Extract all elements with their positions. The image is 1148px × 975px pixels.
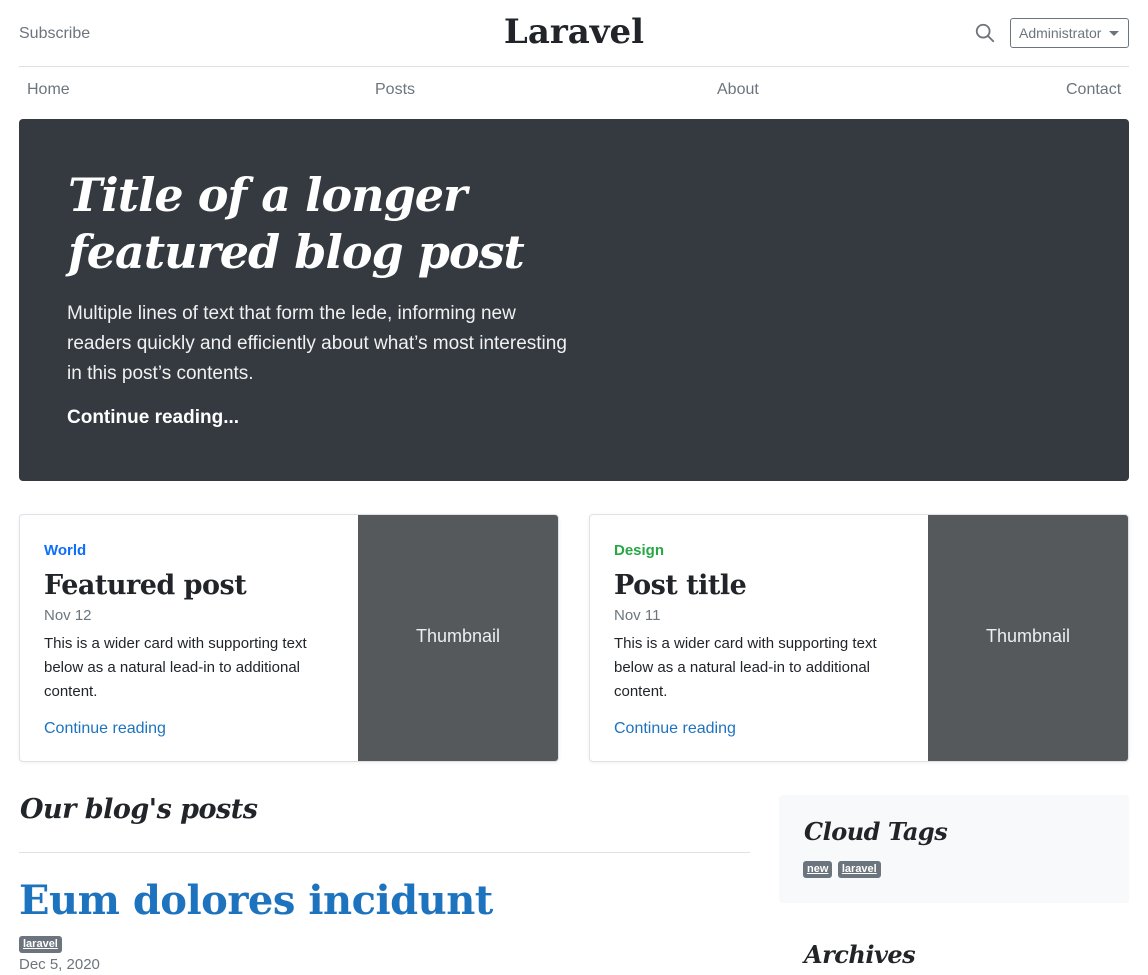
tag-badge-laravel[interactable]: laravel xyxy=(837,861,881,878)
post-tags: laravel xyxy=(19,934,62,953)
subscribe-link[interactable]: Subscribe xyxy=(19,25,90,43)
nav-item-contact[interactable]: Contact xyxy=(1066,81,1121,99)
card-title: Featured post xyxy=(44,570,247,601)
tag-badge-new[interactable]: new xyxy=(803,861,833,878)
post-date: Dec 5, 2020 xyxy=(19,956,100,973)
site-header: Subscribe Laravel Administrator xyxy=(19,0,1129,67)
nav-item-posts[interactable]: Posts xyxy=(375,81,415,99)
user-menu-label: Administrator xyxy=(1019,25,1102,41)
featured-card: World Featured post Nov 12 This is a wid… xyxy=(19,514,559,762)
card-continue-link[interactable]: Continue reading xyxy=(44,720,166,738)
post-title-link[interactable]: Eum dolores incidunt xyxy=(19,877,493,924)
card-body: Design Post title Nov 11 This is a wider… xyxy=(614,515,914,761)
hero-continue-link[interactable]: Continue reading... xyxy=(67,407,239,429)
thumbnail-label: Thumbnail xyxy=(985,626,1071,646)
archives-title: Archives xyxy=(804,940,916,969)
blog-section-heading: Our blog's posts xyxy=(20,794,258,825)
nav-item-about[interactable]: About xyxy=(717,81,759,99)
card-continue-link[interactable]: Continue reading xyxy=(614,720,736,738)
card-text: This is a wider card with supporting tex… xyxy=(44,635,307,700)
caret-down-icon xyxy=(1109,31,1119,36)
card-thumbnail: Thumbnail xyxy=(358,515,558,761)
card-category: Design xyxy=(614,542,665,559)
hero-title: Title of a longer featured blog post xyxy=(68,168,525,279)
card-category: World xyxy=(44,542,87,559)
cloud-tags-panel: Cloud Tags new laravel xyxy=(779,795,1129,903)
nav-item-home[interactable]: Home xyxy=(27,81,70,99)
brand-link[interactable]: Laravel xyxy=(504,12,644,52)
card-text: This is a wider card with supporting tex… xyxy=(614,635,877,700)
cloud-tags-list: new laravel xyxy=(803,859,882,878)
user-menu-dropdown[interactable]: Administrator xyxy=(1010,18,1129,48)
post-tag-badge[interactable]: laravel xyxy=(19,936,62,953)
search-button[interactable] xyxy=(974,22,996,44)
hero-lede: Multiple lines of text that form the led… xyxy=(67,303,567,384)
card-body: World Featured post Nov 12 This is a wid… xyxy=(44,515,344,761)
thumbnail-label: Thumbnail xyxy=(415,626,501,646)
cloud-tags-title: Cloud Tags xyxy=(804,817,948,846)
card-thumbnail: Thumbnail xyxy=(928,515,1128,761)
post-card: Design Post title Nov 11 This is a wider… xyxy=(589,514,1129,762)
main-nav: Home Posts About Contact xyxy=(19,67,1129,117)
site-brand: Laravel xyxy=(19,12,1129,52)
card-date: Nov 12 xyxy=(44,607,92,624)
featured-hero: Title of a longer featured blog post Mul… xyxy=(19,119,1129,481)
search-icon xyxy=(975,23,995,43)
card-title: Post title xyxy=(614,570,747,601)
section-divider xyxy=(19,852,750,853)
card-date: Nov 11 xyxy=(614,607,661,624)
